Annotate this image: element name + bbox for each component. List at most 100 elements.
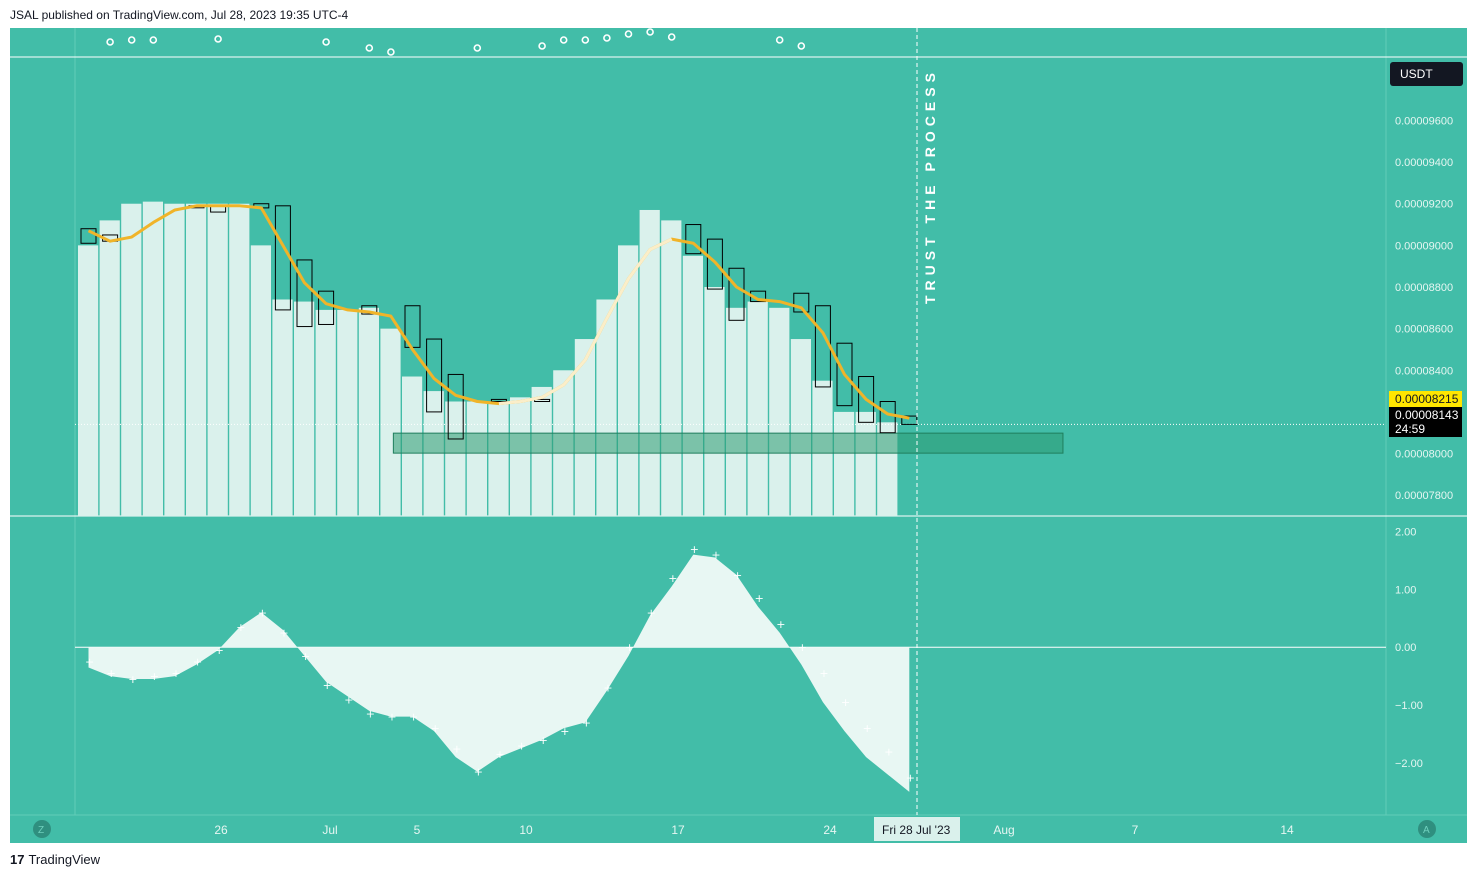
oscillator-dot: + <box>344 693 353 706</box>
volume-bar <box>78 245 99 516</box>
volume-bar <box>488 401 509 516</box>
oscillator-tick-label: 0.00 <box>1395 642 1416 654</box>
price-tick-label: 0.00009600 <box>1395 115 1453 127</box>
volume-bar <box>121 203 142 516</box>
price-tick-label: 0.00009000 <box>1395 240 1453 252</box>
volume-bar <box>855 411 876 516</box>
oscillator-dot: + <box>431 722 440 735</box>
oscillator-dot: + <box>819 667 828 680</box>
reset-zoom-button[interactable]: Z <box>33 820 51 838</box>
volume-bar <box>272 299 293 516</box>
countdown-label: 24:59 <box>1395 422 1425 436</box>
oscillator-dot: + <box>798 641 807 654</box>
ma-price-badge: 0.00008215 <box>1389 391 1462 407</box>
volume-bar <box>164 203 185 516</box>
oscillator-dot: + <box>841 696 850 709</box>
oscillator-dot: + <box>517 740 526 753</box>
oscillator-dot: + <box>107 667 116 680</box>
oscillator-dot: + <box>128 673 137 686</box>
last-price-label: 0.00008143 <box>1395 408 1459 422</box>
volume-bar <box>574 339 595 516</box>
oscillator-dot: + <box>603 682 612 695</box>
oscillator-dot: + <box>668 572 677 585</box>
footer-brand: TradingView <box>28 852 101 867</box>
oscillator-dot: + <box>215 644 224 657</box>
volume-bar <box>186 203 207 516</box>
volume-bar <box>510 397 531 516</box>
ma-price-label: 0.00008215 <box>1395 392 1459 406</box>
reset-zoom-icon: Z <box>38 825 44 836</box>
oscillator-dot: + <box>776 618 785 631</box>
price-tick-label: 0.00008000 <box>1395 449 1453 461</box>
volume-bar <box>250 245 271 516</box>
oscillator-dot: + <box>906 771 915 784</box>
time-tick-label: Aug <box>993 823 1014 837</box>
time-tick-label: 17 <box>671 823 685 837</box>
time-tick-label: 5 <box>414 823 421 837</box>
time-tick-label: 14 <box>1280 823 1294 837</box>
volume-bar <box>661 220 682 516</box>
oscillator-dot: + <box>884 745 893 758</box>
tradingview-logo-icon: 17 <box>10 852 25 867</box>
volume-bar <box>747 301 768 516</box>
oscillator-dot: + <box>452 742 461 755</box>
oscillator-tick-label: 2.00 <box>1395 526 1416 538</box>
oscillator-dot: + <box>495 748 504 761</box>
oscillator-dot: + <box>171 667 180 680</box>
currency-label: USDT <box>1400 67 1433 81</box>
volume-bar <box>639 209 660 517</box>
oscillator-dot: + <box>560 725 569 738</box>
oscillator-tick-label: −1.00 <box>1395 700 1423 712</box>
oscillator-dot: + <box>582 716 591 729</box>
oscillator-dot: + <box>539 734 548 747</box>
time-tick-label: 7 <box>1132 823 1139 837</box>
price-tick-label: 0.00009400 <box>1395 157 1453 169</box>
oscillator-dot: + <box>409 711 418 724</box>
volume-bar <box>769 307 790 516</box>
time-tick-label: Jul <box>322 823 337 837</box>
volume-bar <box>315 309 336 516</box>
price-tick-label: 0.00008600 <box>1395 324 1453 336</box>
time-tick-label: 10 <box>519 823 533 837</box>
oscillator-dot: + <box>863 722 872 735</box>
price-tick-label: 0.00009200 <box>1395 199 1453 211</box>
footer[interactable]: 17 TradingView <box>10 852 100 867</box>
volume-bar <box>618 245 639 516</box>
oscillator-dot: + <box>625 641 634 654</box>
trust-the-process-note: TRUST THE PROCESS <box>922 68 938 304</box>
price-tick-label: 0.00008800 <box>1395 282 1453 294</box>
date-badge: Fri 28 Jul '23 <box>874 817 960 841</box>
time-tick-label: 26 <box>214 823 228 837</box>
volume-bar <box>229 203 250 516</box>
volume-bar <box>99 220 120 516</box>
oscillator-dot: + <box>387 711 396 724</box>
auto-scale-button[interactable]: A <box>1418 820 1436 838</box>
volume-bar <box>380 328 401 516</box>
currency-badge[interactable]: USDT <box>1390 62 1463 86</box>
volume-bar <box>294 301 315 516</box>
volume-bar <box>726 307 747 516</box>
volume-bar <box>358 307 379 516</box>
price-tick-label: 0.00008400 <box>1395 365 1453 377</box>
volume-bar <box>337 309 358 516</box>
volume-bar <box>466 401 487 516</box>
date-badge-label: Fri 28 Jul '23 <box>882 823 951 837</box>
oscillator-dot: + <box>711 549 720 562</box>
last-price-badge: 0.00008143 24:59 <box>1389 407 1462 437</box>
oscillator-dot: + <box>733 569 742 582</box>
chart-canvas[interactable]: ++ + + ++++++++++ + ++++++ ++++++++ ++++++++++ … <box>0 0 1477 879</box>
oscillator-dot: + <box>193 656 202 669</box>
oscillator-dot: + <box>85 656 94 669</box>
support-zone <box>392 432 1064 454</box>
oscillator-dot: + <box>301 650 310 663</box>
oscillator-dot: + <box>150 670 159 683</box>
oscillator-dot: + <box>236 621 245 634</box>
price-tick-label: 0.00007800 <box>1395 490 1453 502</box>
auto-scale-icon: A <box>1423 825 1430 836</box>
oscillator-dot: + <box>690 543 699 556</box>
oscillator-dot: + <box>323 679 332 692</box>
oscillator-tick-label: 1.00 <box>1395 584 1416 596</box>
oscillator-dot: + <box>474 766 483 779</box>
oscillator-dot: + <box>258 606 267 619</box>
volume-bar <box>142 201 163 517</box>
